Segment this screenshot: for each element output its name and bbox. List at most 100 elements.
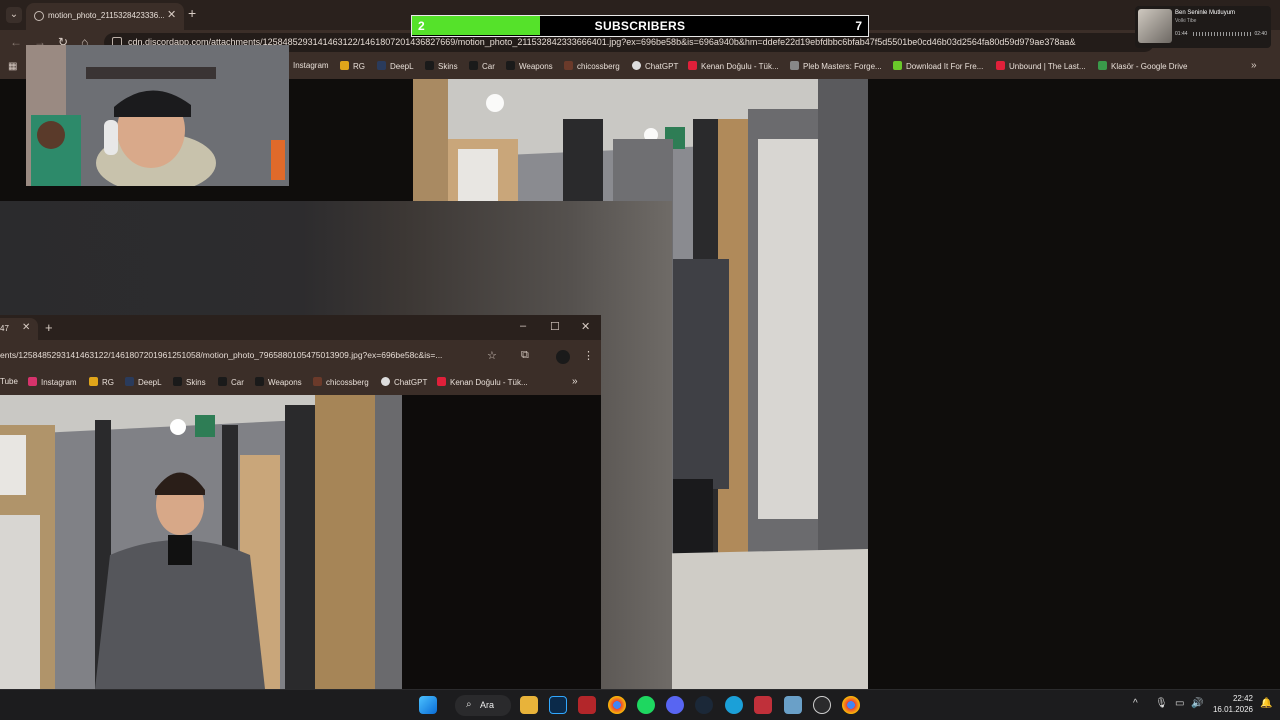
chrome-icon[interactable] (608, 696, 626, 714)
car-icon (469, 61, 478, 70)
bookmark-weapons[interactable]: Weapons (255, 377, 302, 387)
deepl-icon (377, 61, 386, 70)
deepl-icon (125, 377, 134, 386)
now-playing-widget: Ben Seninle Mutluyum Volki Tibe 01:44 02… (1135, 6, 1271, 48)
subscriber-label: SUBSCRIBERS (594, 19, 686, 33)
bookmark-chicossberg[interactable]: chicossberg (313, 377, 369, 387)
bookmark-rg[interactable]: RG (340, 61, 365, 71)
bookmark-car[interactable]: Car (218, 377, 244, 387)
bookmark-chatgpt[interactable]: ChatGPT (381, 377, 427, 387)
car-icon (218, 377, 227, 386)
skins-icon (425, 61, 434, 70)
bookmark-pleb-masters[interactable]: Pleb Masters: Forge... (790, 61, 882, 71)
windows-start-icon[interactable] (419, 696, 437, 714)
steam-icon[interactable] (695, 696, 713, 714)
profile-avatar[interactable] (556, 350, 570, 364)
chicossberg-icon (564, 61, 573, 70)
maximize-icon[interactable]: ☐ (550, 320, 560, 333)
microphone-icon[interactable]: 🎙 (1155, 698, 1168, 709)
edge-icon[interactable] (725, 696, 743, 714)
bookmark-weapons[interactable]: Weapons (506, 61, 553, 71)
second-browser-toolbar: ents/1258485293141463122/146180720196125… (0, 340, 601, 372)
clock-date[interactable]: 16.01.2026 (1205, 705, 1253, 714)
search-label: Ara (480, 700, 495, 710)
bookmark-klasor[interactable]: Klasör - Google Drive (1098, 61, 1187, 71)
back-arrow-icon[interactable]: ← (10, 35, 22, 49)
minimize-icon[interactable]: – (520, 320, 526, 332)
filezilla-icon[interactable] (578, 696, 596, 714)
second-tab[interactable]: 47 ✕ (0, 318, 38, 340)
network-icon[interactable]: ▭ (1175, 698, 1184, 709)
bookmark-download[interactable]: Download It For Fre... (893, 61, 983, 71)
chatgpt-icon (381, 377, 390, 386)
more-menu-icon[interactable]: ⋮ (583, 349, 594, 362)
bookmark-kenan[interactable]: Kenan Doğulu - Tük... (688, 61, 779, 71)
volume-icon[interactable]: 🔊 (1191, 698, 1203, 709)
instagram-icon (28, 377, 37, 386)
bookmark-instagram[interactable]: Instagram (293, 61, 329, 70)
spotify-icon[interactable] (637, 696, 655, 714)
bookmark-unbound[interactable]: Unbound | The Last... (996, 61, 1086, 71)
second-bookmarks-bar: Tube Instagram RG DeepL Skins Car Weapon… (0, 372, 601, 394)
weapons-icon (506, 61, 515, 70)
chatgpt-icon (632, 61, 641, 70)
clock-time[interactable]: 22:42 (1213, 694, 1253, 703)
second-motion-photo-image (0, 395, 402, 689)
bookmark-skins[interactable]: Skins (173, 377, 206, 387)
app-icon-blue[interactable] (784, 696, 802, 714)
song-elapsed: 01:44 (1175, 31, 1188, 37)
close-tab-icon[interactable]: ✕ (22, 322, 30, 333)
bookmark-star-icon[interactable]: ☆ (487, 349, 497, 362)
bookmark-instagram[interactable]: Instagram (28, 377, 77, 387)
bookmark-kenan[interactable]: Kenan Doğulu - Tük... (437, 377, 528, 387)
bookmark-car[interactable]: Car (469, 61, 495, 71)
globe-icon (34, 11, 44, 21)
bookmark-rg[interactable]: RG (89, 377, 114, 387)
tab-search-chevron-icon[interactable]: ⌄ (6, 7, 22, 23)
bookmark-chatgpt[interactable]: ChatGPT (632, 61, 678, 71)
second-browser-window: 47 ✕ + – ☐ ✕ ents/1258485293141463122/14… (0, 315, 601, 689)
second-address-url[interactable]: ents/1258485293141463122/146180720196125… (0, 350, 442, 360)
bookmark-chicossberg[interactable]: chicossberg (564, 61, 620, 71)
notifications-icon[interactable]: 🔔 (1260, 698, 1272, 709)
tray-overflow-icon[interactable]: ^ (1133, 698, 1138, 709)
song-duration: 02:40 (1254, 31, 1267, 37)
bookmark-youtube[interactable]: Tube (0, 377, 18, 386)
close-window-icon[interactable]: ✕ (581, 320, 590, 333)
bookmark-skins[interactable]: Skins (425, 61, 458, 71)
windows-taskbar: ⌕ Ara ^ 🎙 ▭ 🔊 22:42 16.01.2026 🔔 (0, 689, 1280, 720)
discord-icon[interactable] (666, 696, 684, 714)
close-tab-icon[interactable]: ✕ (167, 8, 176, 21)
album-art (1138, 9, 1172, 43)
photoshop-icon[interactable] (549, 696, 567, 714)
bookmarks-overflow-icon[interactable]: » (1251, 60, 1257, 71)
tab-title: motion_photo_2115328423336... (48, 11, 164, 20)
tab-motion-photo[interactable]: motion_photo_2115328423336... ✕ (26, 3, 184, 30)
taskbar-search[interactable]: ⌕ Ara (455, 695, 511, 716)
subscriber-goal-count: 7 (855, 19, 862, 33)
youtube-icon (996, 61, 1005, 70)
google-drive-icon (1098, 61, 1107, 70)
extensions-icon[interactable]: ⧉ (521, 349, 529, 362)
youtube-icon (688, 61, 697, 70)
new-tab-button[interactable]: + (45, 320, 53, 335)
waveform (1193, 32, 1251, 36)
song-artist: Volki Tibe (1175, 18, 1197, 24)
new-tab-button[interactable]: + (188, 5, 196, 21)
skins-icon (173, 377, 182, 386)
file-explorer-icon[interactable] (520, 696, 538, 714)
obs-icon[interactable] (813, 696, 831, 714)
chrome-active-icon[interactable] (842, 696, 860, 714)
app-icon-red[interactable] (754, 696, 772, 714)
second-window-empty-area (402, 395, 601, 689)
bookmark-deepl[interactable]: DeepL (125, 377, 162, 387)
bookmark-deepl[interactable]: DeepL (377, 61, 414, 71)
subscriber-goal-bar: 2 SUBSCRIBERS 7 (411, 15, 869, 37)
bookmarks-overflow-icon[interactable]: » (572, 376, 578, 387)
apps-grid-icon[interactable]: ▦ (8, 61, 17, 72)
rg-icon (89, 377, 98, 386)
sword-icon (790, 61, 799, 70)
rg-icon (340, 61, 349, 70)
second-tab-title: 47 (0, 324, 9, 333)
weapons-icon (255, 377, 264, 386)
